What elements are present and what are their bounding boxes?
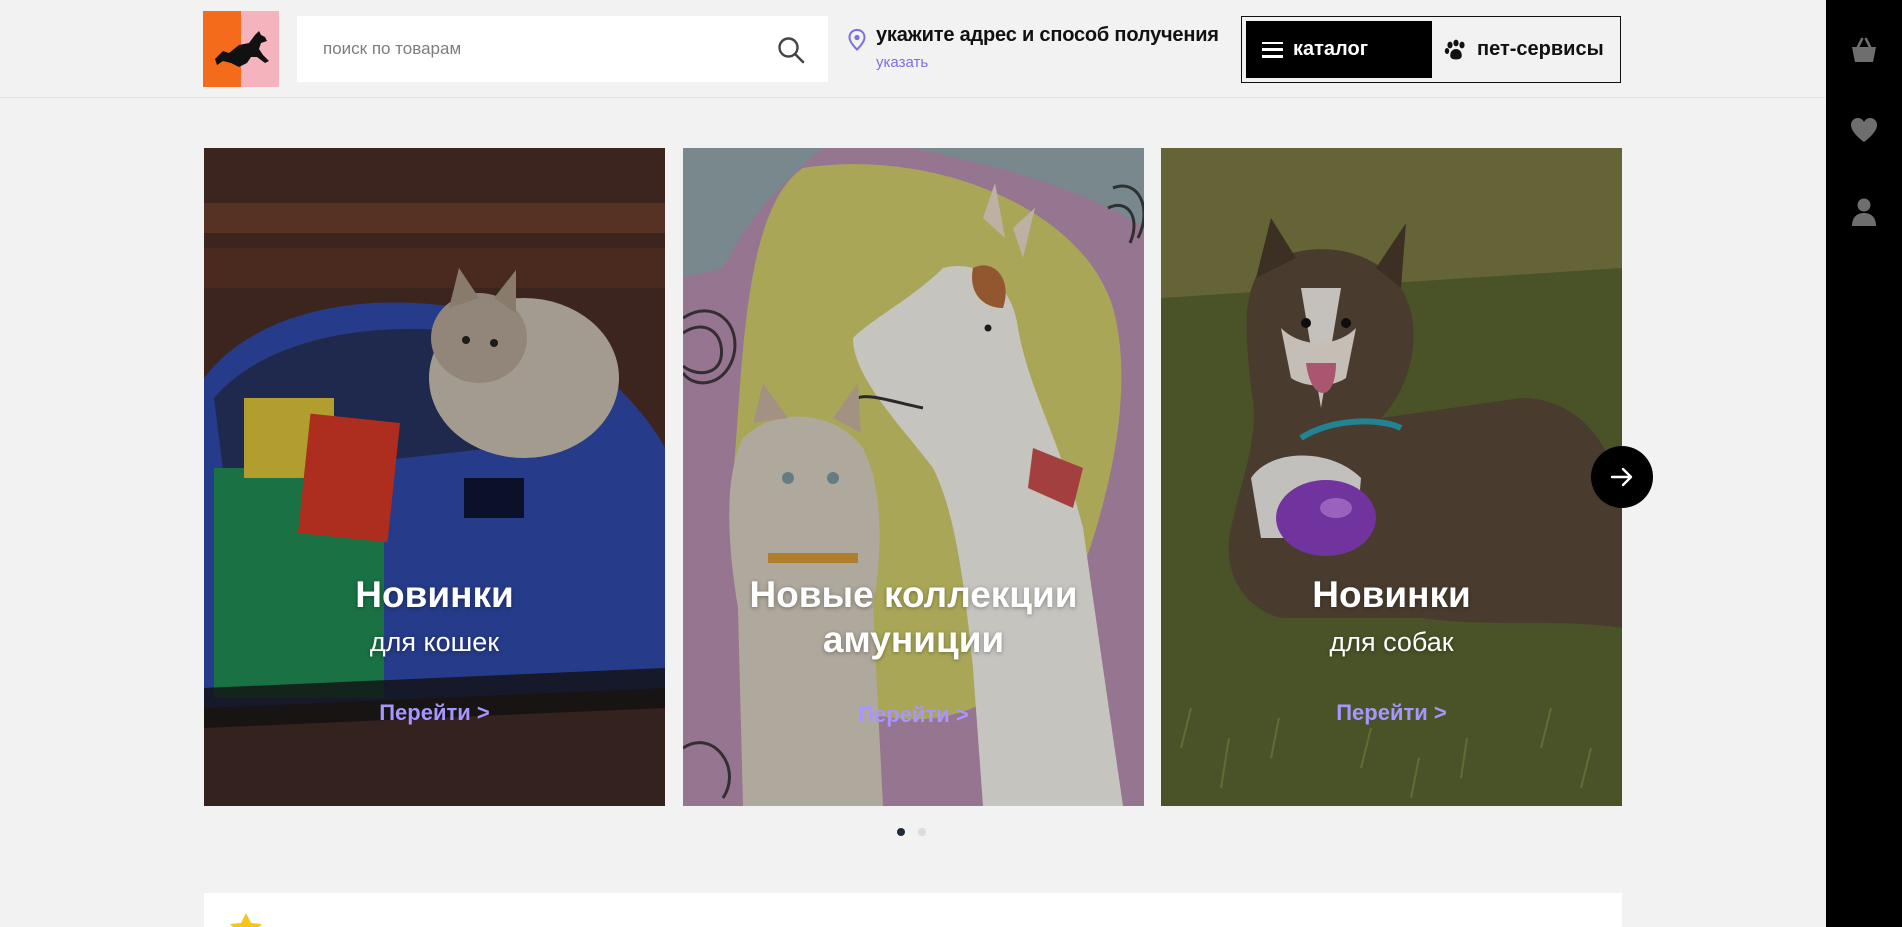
catalog-label: каталог [1293,38,1369,60]
card-title: Новинки [355,574,514,615]
card-link[interactable]: Перейти > [683,702,1144,728]
carousel-dot[interactable] [897,828,905,836]
star-icon [230,913,262,927]
card-title: Новинки [1312,574,1471,615]
carousel-pagination [897,828,926,836]
promo-card-collections[interactable]: Новые коллекции амуниции Перейти > [683,148,1144,806]
heart-icon[interactable] [1848,114,1880,146]
location-pin-icon [848,29,866,51]
address-specify-link[interactable]: указать [876,54,928,71]
right-sidebar [1826,0,1902,927]
logo[interactable] [203,11,279,87]
arrow-right-icon [1610,467,1633,487]
search-icon[interactable] [776,35,806,65]
carousel-next-button[interactable] [1591,446,1653,508]
promo-card-dogs[interactable]: Новинки для собак Перейти > [1161,148,1622,806]
card-subtitle: для собак [1329,627,1454,657]
card-link[interactable]: Перейти > [204,700,665,726]
menu-icon [1262,41,1283,58]
card-subtitle: для кошек [369,627,500,657]
nav-buttons: каталог пет-сервисы [1241,16,1621,83]
basket-icon[interactable] [1848,34,1880,66]
running-dog-logo-icon [215,31,269,67]
header: укажите адрес и способ получения указать… [0,0,1826,98]
search-input[interactable] [297,16,757,82]
pet-services-label: пет-сервисы [1477,38,1604,60]
promo-carousel: Новинки для кошек Перейти > Новые коллек… [204,148,1622,806]
delivery-address[interactable]: укажите адрес и способ получения указать [848,22,1238,78]
catalog-button[interactable]: каталог [1246,21,1432,78]
carousel-dot[interactable] [918,828,926,836]
bottom-section [204,893,1622,927]
promo-card-cats[interactable]: Новинки для кошек Перейти > [204,148,665,806]
paw-icon [1444,39,1465,59]
pet-services-button[interactable]: пет-сервисы [1434,21,1618,78]
card-link[interactable]: Перейти > [1161,700,1622,726]
card-title: Новые коллекции амуниции [749,574,1078,660]
user-icon[interactable] [1848,196,1880,228]
search-box [297,16,828,82]
address-title: укажите адрес и способ получения [876,24,1219,46]
